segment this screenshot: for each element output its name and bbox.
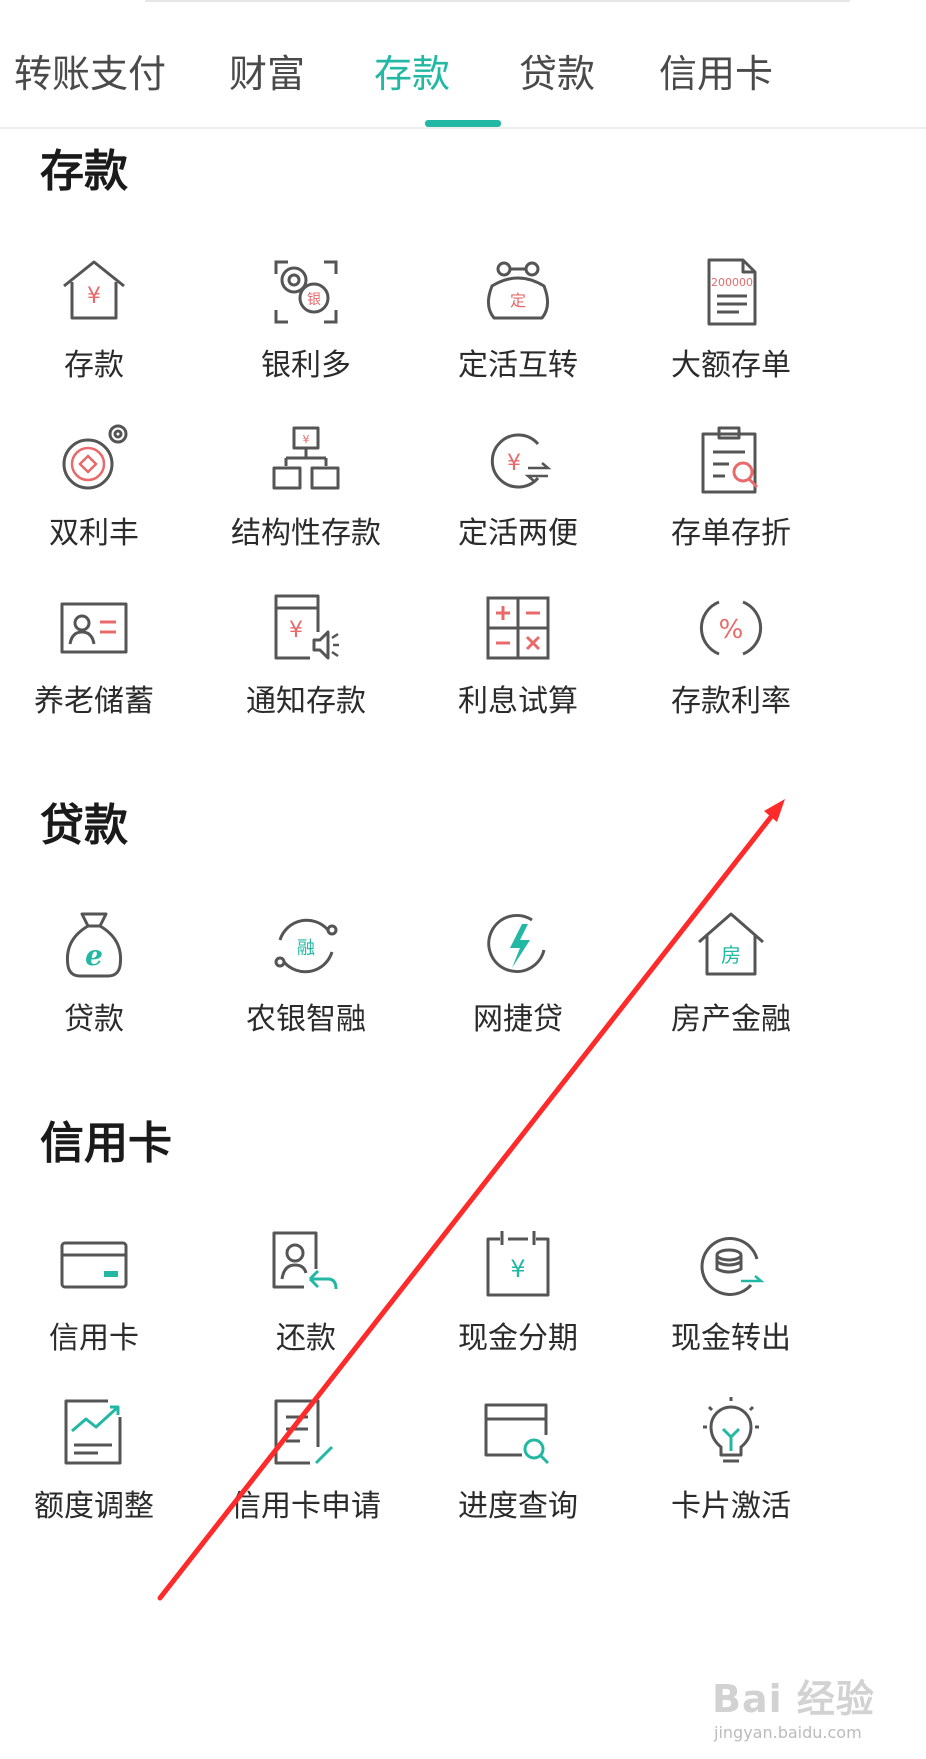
tab-bar-divider: [0, 127, 926, 129]
menu-item-label: 存单存折: [671, 516, 791, 551]
section-title-credit-card: 信用卡: [40, 1118, 172, 1169]
id-card-icon: [58, 592, 130, 664]
menu-item-label: 信用卡: [49, 1321, 139, 1356]
percent-circle-icon: %: [695, 592, 767, 664]
calculator-icon: [482, 592, 554, 664]
svg-text:¥: ¥: [303, 433, 310, 446]
yen-exchange-icon: ¥: [482, 424, 554, 496]
menu-item-card-application[interactable]: 信用卡申请: [206, 1397, 406, 1567]
menu-item-label: 存款: [64, 348, 124, 383]
menu-item-label: 大额存单: [671, 348, 791, 383]
menu-item-label: 定活两便: [458, 516, 578, 551]
svg-text:¥: ¥: [510, 1255, 525, 1283]
active-tab-indicator: [425, 120, 501, 127]
svg-text:¥: ¥: [289, 618, 303, 643]
menu-item-quick-loan[interactable]: 网捷贷: [418, 910, 618, 1080]
trend-document-icon: [58, 1397, 130, 1469]
coin-scan-icon: 银: [270, 256, 342, 328]
menu-item-label: 定活互转: [458, 348, 578, 383]
menu-item-cd-passbook[interactable]: 存单存折: [631, 424, 831, 594]
menu-item-cash-transfer-out[interactable]: 现金转出: [631, 1229, 831, 1399]
menu-item-label: 房产金融: [671, 1002, 791, 1037]
menu-item-abc-smart-finance[interactable]: 融 农银智融: [206, 910, 406, 1080]
category-tab-bar: 转账支付 财富 存款 贷款 信用卡: [0, 0, 926, 129]
tab-wealth[interactable]: 财富: [229, 46, 305, 102]
menu-item-interest-calculator[interactable]: 利息试算: [418, 592, 618, 762]
section-title-loan: 贷款: [40, 800, 128, 851]
clipboard-search-icon: [695, 424, 767, 496]
structure-blocks-icon: ¥: [270, 424, 342, 496]
finance-cycle-icon: 融: [270, 910, 342, 982]
menu-item-shuanglifeng[interactable]: 双利丰: [0, 424, 194, 594]
menu-item-label: 还款: [276, 1321, 336, 1356]
svg-text:房: 房: [721, 943, 741, 967]
menu-item-label: 贷款: [64, 1002, 124, 1037]
menu-item-card-activation[interactable]: 卡片激活: [631, 1397, 831, 1567]
baidu-jingyan-watermark: Bai 经验 jingyan.baidu.com: [712, 1676, 892, 1746]
menu-item-label: 现金分期: [458, 1321, 578, 1356]
menu-item-fixed-current-flex[interactable]: ¥ 定活两便: [418, 424, 618, 594]
calendar-yen-icon: ¥: [482, 1229, 554, 1301]
menu-item-label: 养老储蓄: [34, 684, 154, 719]
menu-item-yinliduo[interactable]: 银 银利多: [206, 256, 406, 426]
coin-stack-transfer-icon: [695, 1229, 767, 1301]
notice-megaphone-icon: ¥: [270, 592, 342, 664]
menu-item-label: 银利多: [261, 348, 351, 383]
money-bag-icon: e: [58, 910, 130, 982]
svg-text:¥: ¥: [507, 451, 521, 476]
watermark-url: jingyan.baidu.com: [714, 1723, 862, 1742]
purse-icon: 定: [482, 256, 554, 328]
menu-item-label: 存款利率: [671, 684, 791, 719]
section-title-deposit: 存款: [40, 146, 128, 197]
menu-item-repayment[interactable]: 还款: [206, 1229, 406, 1399]
menu-item-deposit-rate[interactable]: % 存款利率: [631, 592, 831, 762]
form-pen-icon: [270, 1397, 342, 1469]
menu-item-label: 卡片激活: [671, 1489, 791, 1524]
menu-item-label: 结构性存款: [231, 516, 381, 551]
menu-item-label: 农银智融: [246, 1002, 366, 1037]
menu-item-label: 双利丰: [49, 516, 139, 551]
menu-item-progress-query[interactable]: 进度查询: [418, 1397, 618, 1567]
menu-item-credit-card[interactable]: 信用卡: [0, 1229, 194, 1399]
tab-loan[interactable]: 贷款: [519, 46, 595, 102]
menu-item-real-estate-finance[interactable]: 房 房产金融: [631, 910, 831, 1080]
lightning-circle-icon: [482, 910, 554, 982]
menu-item-label: 利息试算: [458, 684, 578, 719]
menu-item-limit-adjustment[interactable]: 额度调整: [0, 1397, 194, 1567]
menu-item-label: 信用卡申请: [231, 1489, 381, 1524]
house-yen-icon: ¥: [58, 256, 130, 328]
card-search-icon: [482, 1397, 554, 1469]
menu-item-deposit[interactable]: ¥ 存款: [0, 256, 194, 426]
credit-card-icon: [58, 1229, 130, 1301]
menu-item-label: 现金转出: [671, 1321, 791, 1356]
menu-item-label: 通知存款: [246, 684, 366, 719]
menu-item-cash-installment[interactable]: ¥ 现金分期: [418, 1229, 618, 1399]
menu-item-fixed-current-transfer[interactable]: 定 定活互转: [418, 256, 618, 426]
watermark-logo-text: Bai 经验: [712, 1677, 875, 1721]
menu-item-loan[interactable]: e 贷款: [0, 910, 194, 1080]
tab-credit-card[interactable]: 信用卡: [659, 46, 773, 102]
menu-item-label: 网捷贷: [473, 1002, 563, 1037]
menu-item-notice-deposit[interactable]: ¥ 通知存款: [206, 592, 406, 762]
repay-user-icon: [270, 1229, 342, 1301]
svg-text:e: e: [85, 939, 103, 972]
tab-deposit[interactable]: 存款: [374, 46, 450, 102]
tab-transfer-payment[interactable]: 转账支付: [14, 46, 166, 102]
svg-text:融: 融: [297, 938, 315, 959]
svg-text:银: 银: [307, 292, 321, 308]
house-icon: 房: [695, 910, 767, 982]
svg-text:¥: ¥: [87, 284, 101, 309]
double-coin-icon: [58, 424, 130, 496]
menu-item-pension-savings[interactable]: 养老储蓄: [0, 592, 194, 762]
svg-text:定: 定: [510, 291, 526, 310]
menu-item-label: 进度查询: [458, 1489, 578, 1524]
menu-item-large-cd[interactable]: 200000 大额存单: [631, 256, 831, 426]
menu-item-label: 额度调整: [34, 1489, 154, 1524]
svg-text:200000: 200000: [711, 276, 753, 289]
menu-item-structured-deposit[interactable]: ¥ 结构性存款: [206, 424, 406, 594]
certificate-document-icon: 200000: [695, 256, 767, 328]
lightbulb-icon: [695, 1397, 767, 1469]
svg-text:%: %: [719, 615, 744, 645]
